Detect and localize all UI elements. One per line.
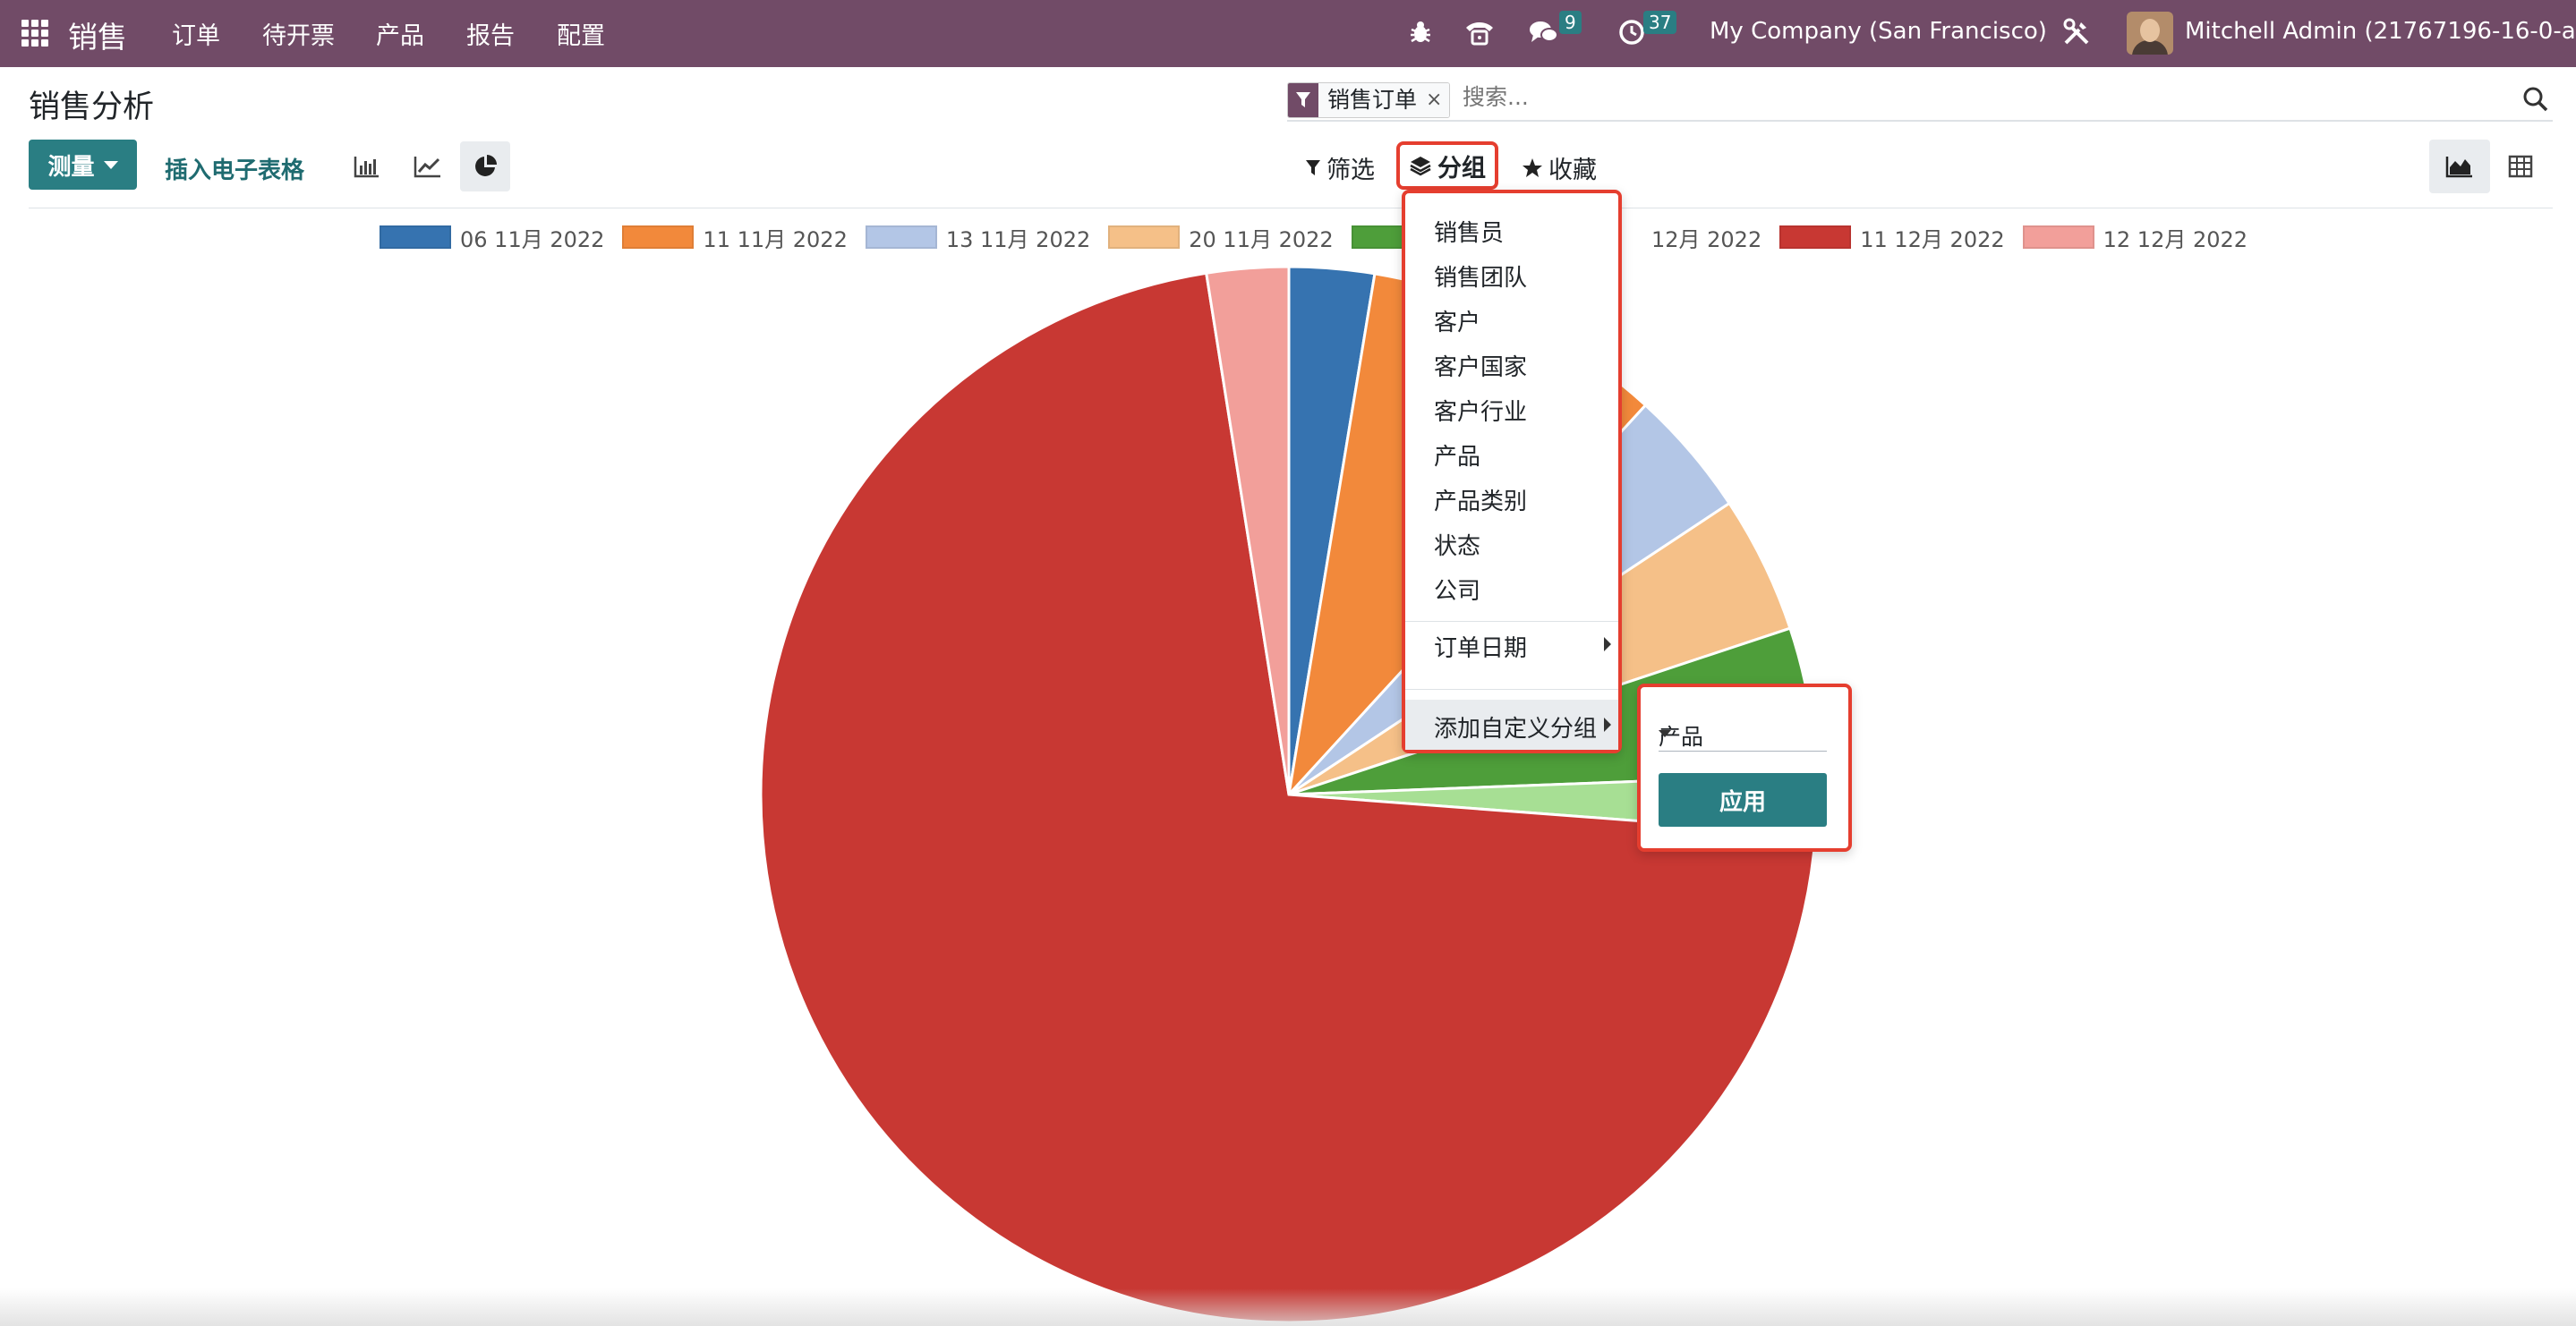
custom-group-panel: 产品 应用	[1637, 684, 1852, 852]
groupby-option-product[interactable]: 产品	[1434, 438, 1480, 472]
legend-item[interactable]: 06 11月 2022	[380, 222, 604, 253]
legend-label: 20 11月 2022	[1189, 226, 1334, 252]
legend-swatch	[622, 225, 695, 249]
dropdown-divider	[1405, 689, 1618, 690]
legend-label: 11 11月 2022	[703, 226, 848, 252]
legend-swatch	[865, 225, 937, 249]
bottom-shadow	[0, 1288, 2576, 1326]
pie-chart	[759, 265, 1819, 1324]
caret-right-icon	[1604, 637, 1611, 651]
legend-item[interactable]: 20 11月 2022	[1108, 222, 1334, 253]
apply-button[interactable]: 应用	[1659, 773, 1827, 827]
legend-label: 12月 2022	[1651, 226, 1762, 252]
caret-down-icon	[1659, 730, 1671, 737]
legend-item[interactable]: 12 12月 2022	[2022, 222, 2248, 253]
groupby-option-customer-industry[interactable]: 客户行业	[1434, 394, 1527, 427]
legend-label: 12 12月 2022	[2103, 226, 2248, 252]
add-custom-group-label: 添加自定义分组	[1434, 716, 1598, 743]
order-date-label: 订单日期	[1434, 635, 1528, 662]
caret-right-icon	[1604, 718, 1611, 732]
legend-swatch	[1779, 225, 1852, 249]
groupby-option-salesperson[interactable]: 销售员	[1434, 215, 1504, 248]
legend-item[interactable]: 12月 2022	[1651, 222, 1761, 253]
groupby-option-sales-team[interactable]: 销售团队	[1434, 259, 1527, 293]
legend-label: 06 11月 2022	[460, 226, 605, 252]
legend-swatch	[380, 225, 451, 249]
groupby-option-order-date[interactable]: 订单日期	[1405, 619, 1618, 669]
groupby-option-customer[interactable]: 客户	[1434, 304, 1480, 337]
legend-swatch	[1108, 225, 1181, 249]
legend-label: 13 11月 2022	[945, 226, 1091, 252]
legend-label: 11 12月 2022	[1860, 226, 2005, 252]
groupby-option-status[interactable]: 状态	[1434, 528, 1480, 561]
chart-legend: 06 11月 2022 11 11月 2022 13 11月 2022 20 1…	[380, 222, 2248, 253]
groupby-option-customer-country[interactable]: 客户国家	[1434, 349, 1527, 382]
custom-group-select[interactable]: 产品	[1659, 712, 1827, 752]
legend-item[interactable]: 11 12月 2022	[1779, 222, 2005, 253]
groupby-option-company[interactable]: 公司	[1434, 573, 1480, 606]
groupby-dropdown: 销售员 销售团队 客户 客户国家 客户行业 产品 产品类别 状态 公司 订单日期…	[1402, 190, 1622, 753]
groupby-option-product-category[interactable]: 产品类别	[1434, 483, 1527, 516]
legend-item[interactable]: 11 11月 2022	[622, 222, 848, 253]
add-custom-group[interactable]: 添加自定义分组	[1405, 700, 1618, 750]
legend-swatch	[2022, 225, 2094, 249]
legend-item[interactable]: 13 11月 2022	[865, 222, 1091, 253]
